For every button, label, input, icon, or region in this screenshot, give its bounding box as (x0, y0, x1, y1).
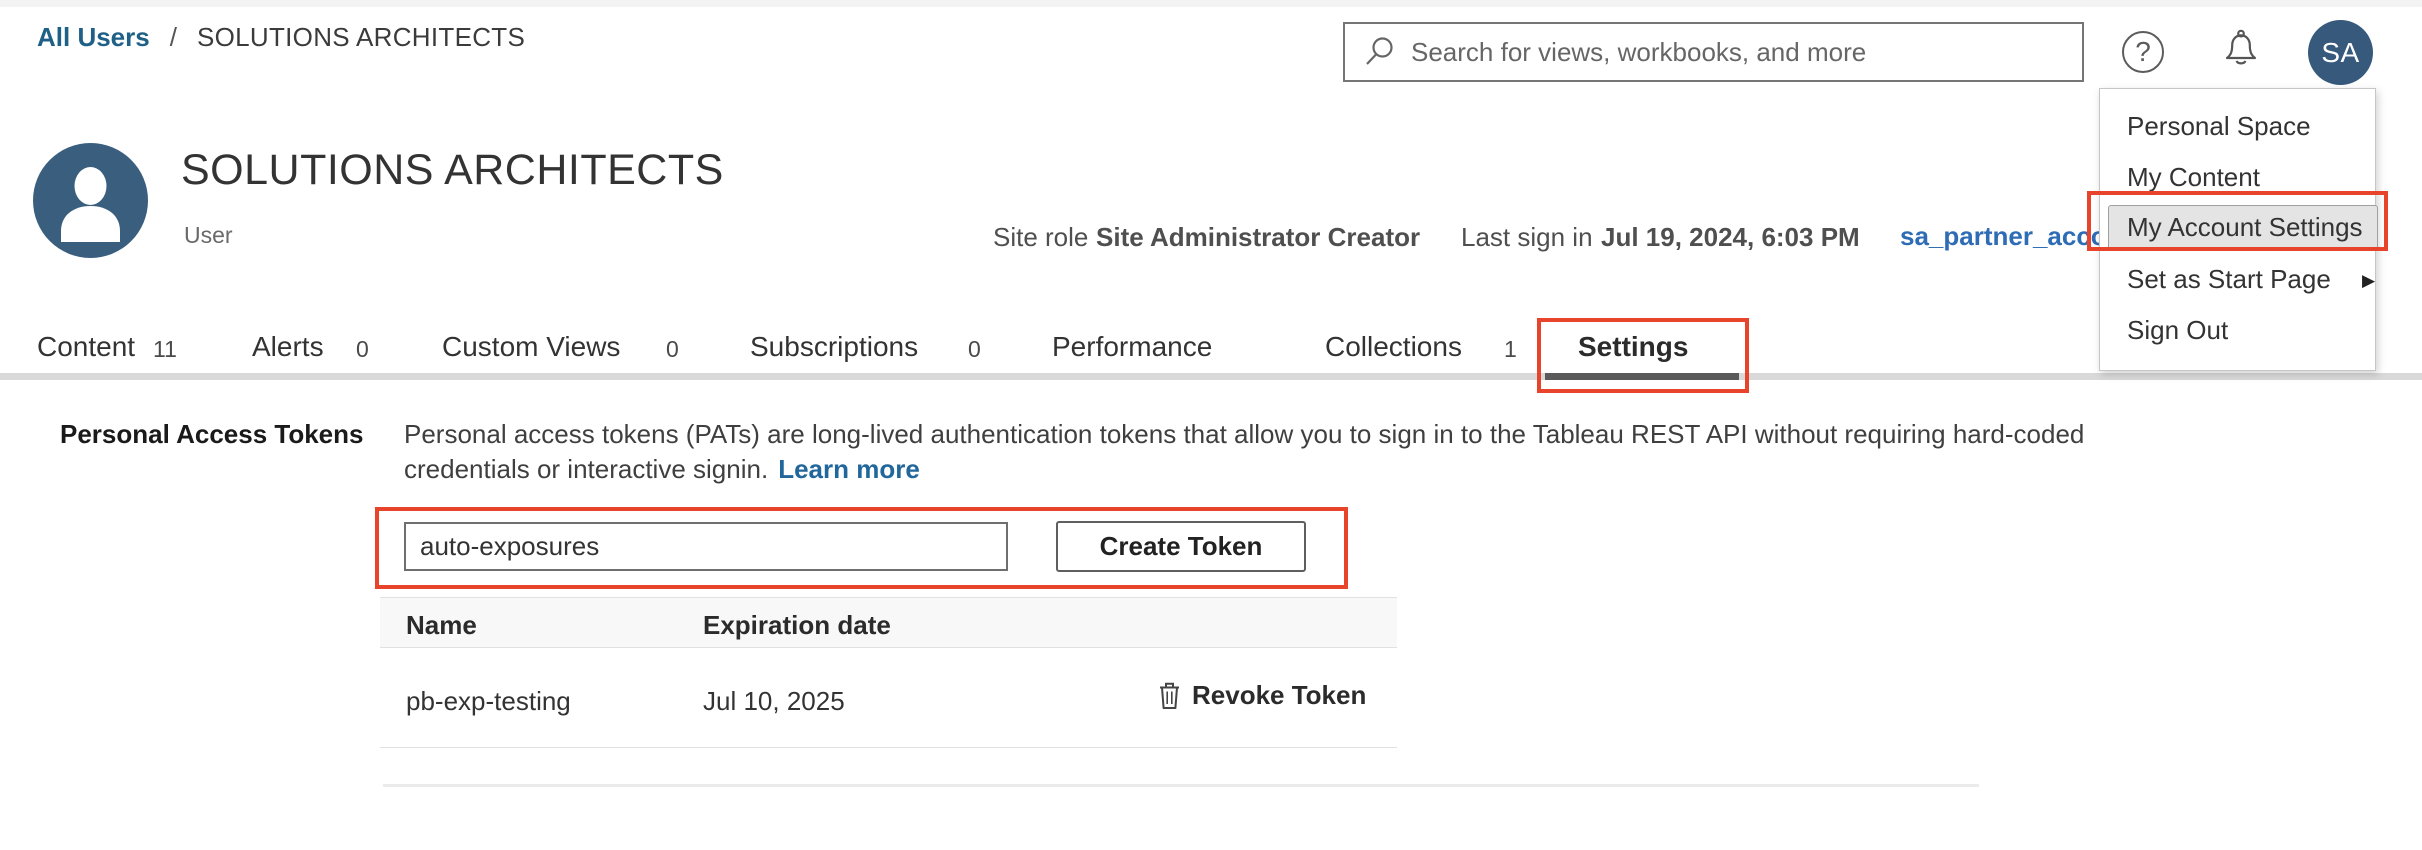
breadcrumb-separator: / (170, 22, 177, 53)
token-expiration-cell: Jul 10, 2025 (703, 686, 845, 717)
token-name-cell: pb-exp-testing (406, 686, 571, 717)
tab-collections-count[interactable]: 1 (1504, 336, 1517, 363)
menu-item-sign-out[interactable]: Sign Out (2100, 305, 2375, 356)
section-divider (383, 784, 1979, 787)
site-role-value: Site Administrator Creator (1096, 222, 1420, 253)
section-heading-pat: Personal Access Tokens (60, 419, 363, 450)
tab-alerts-count[interactable]: 0 (356, 336, 369, 363)
tab-performance[interactable]: Performance (1052, 331, 1212, 363)
learn-more-link[interactable]: Learn more (778, 454, 920, 484)
help-glyph: ? (2135, 36, 2151, 68)
menu-item-personal-space[interactable]: Personal Space (2100, 101, 2375, 152)
notifications-bell-icon[interactable] (2220, 27, 2262, 76)
account-dropdown-menu: Personal Space My Content My Account Set… (2099, 88, 2376, 371)
breadcrumb-all-users-link[interactable]: All Users (37, 22, 150, 53)
tab-custom-views[interactable]: Custom Views (442, 331, 620, 363)
tab-collections[interactable]: Collections (1325, 331, 1462, 363)
tab-subscriptions[interactable]: Subscriptions (750, 331, 918, 363)
tab-alerts[interactable]: Alerts (252, 331, 324, 363)
user-avatar-icon (33, 143, 148, 258)
submenu-arrow-icon: ▶ (2362, 271, 2375, 290)
token-table-header: Name Expiration date (380, 597, 1397, 648)
token-table: Name Expiration date pb-exp-testing Jul … (380, 597, 1397, 748)
site-role-label: Site role (993, 222, 1088, 253)
tab-settings[interactable]: Settings (1578, 331, 1688, 363)
search-icon (1363, 35, 1397, 69)
column-header-name: Name (406, 610, 477, 641)
create-token-button[interactable]: Create Token (1056, 521, 1306, 572)
user-type-label: User (184, 222, 233, 249)
pat-description: Personal access tokens (PATs) are long-l… (404, 417, 2094, 487)
help-icon[interactable]: ? (2122, 31, 2164, 73)
table-row: pb-exp-testing Jul 10, 2025 Revoke Token (380, 648, 1397, 748)
last-sign-in-label: Last sign in (1461, 222, 1593, 253)
menu-item-my-account-settings[interactable]: My Account Settings (2100, 203, 2375, 254)
page-title: SOLUTIONS ARCHITECTS (181, 146, 724, 195)
menu-item-set-start-page[interactable]: Set as Start Page ▶ (2100, 254, 2375, 305)
account-name-link[interactable]: sa_partner_accou (1900, 221, 2123, 252)
search-placeholder: Search for views, workbooks, and more (1411, 37, 1866, 68)
account-avatar[interactable]: SA (2308, 20, 2373, 85)
top-strip (0, 0, 2422, 7)
selected-tab-indicator (1545, 373, 1739, 380)
set-start-page-label: Set as Start Page (2127, 264, 2331, 294)
pat-description-text: Personal access tokens (PATs) are long-l… (404, 419, 2084, 484)
column-header-expiration: Expiration date (703, 610, 891, 641)
revoke-token-label: Revoke Token (1192, 680, 1366, 711)
avatar-initials: SA (2321, 37, 2359, 69)
tab-bar-divider (0, 373, 2422, 380)
tab-subscriptions-count[interactable]: 0 (968, 336, 981, 363)
menu-item-my-content[interactable]: My Content (2100, 152, 2375, 203)
trash-icon (1158, 681, 1181, 710)
breadcrumb: All Users / SOLUTIONS ARCHITECTS (37, 22, 525, 53)
last-sign-in-value: Jul 19, 2024, 6:03 PM (1601, 222, 1860, 253)
token-name-input[interactable] (404, 522, 1008, 571)
revoke-token-button[interactable]: Revoke Token (1158, 680, 1366, 711)
my-account-settings-highlight: My Account Settings (2108, 205, 2378, 251)
search-input[interactable]: Search for views, workbooks, and more (1343, 22, 2084, 82)
tab-content-count[interactable]: 11 (153, 336, 177, 363)
tab-custom-views-count[interactable]: 0 (666, 336, 679, 363)
breadcrumb-current: SOLUTIONS ARCHITECTS (197, 22, 525, 53)
tab-content[interactable]: Content (37, 331, 135, 363)
